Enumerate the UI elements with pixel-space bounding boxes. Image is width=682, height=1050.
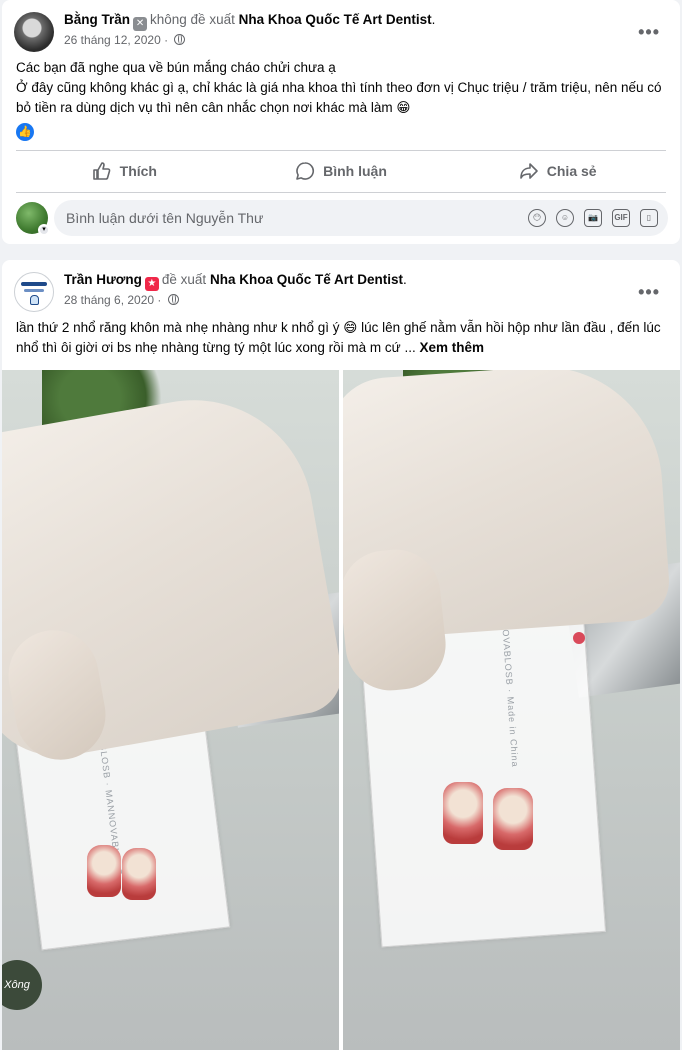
- post-card-2: Trần Hương ★ đề xuất Nha Khoa Quốc Tế Art …: [2, 260, 680, 1050]
- post-card-1: Bằng Trần ✕ không đề xuất Nha Khoa Quốc Tế…: [2, 0, 680, 244]
- comment-icon: [296, 162, 315, 180]
- post-date-text[interactable]: 28 tháng 6, 2020: [64, 293, 154, 307]
- sticker-icon[interactable]: ▯: [640, 209, 658, 227]
- sticker-badge: Xông: [2, 960, 42, 1010]
- emoji-icon[interactable]: ☺: [556, 209, 574, 227]
- recommend-status: đề xuất: [161, 272, 207, 287]
- share-icon: [519, 163, 538, 179]
- post-body: lần thứ 2 nhổ răng khôn mà nhẹ nhàng như…: [16, 318, 666, 358]
- page-name[interactable]: Nha Khoa Quốc Tế Art Dentist: [239, 12, 432, 27]
- post-title-line: Trần Hương ★ đề xuất Nha Khoa Quốc Tế Art …: [64, 272, 407, 291]
- photo-grid: MANNOVABLOSB · MANNOVABLOSB Xông MANNOVA…: [2, 370, 680, 1050]
- recommend-status: không đề xuất: [150, 12, 235, 27]
- extracted-tooth: [87, 845, 121, 897]
- post-text-line: Ở đây cũng không khác gì ạ, chỉ khác là …: [16, 80, 662, 115]
- tooth-logo-icon: [30, 295, 39, 305]
- post-text-line: Các bạn đã nghe qua về bún mắng cháo chử…: [16, 60, 336, 75]
- post-actions: Thích Bình luận Chia sẻ: [16, 152, 666, 190]
- extracted-tooth: [122, 848, 156, 900]
- comment-composer: ▾ Bình luận dưới tên Nguyễn Thư 😶 ☺ 📷 GI…: [14, 200, 668, 236]
- comment-placeholder: Bình luận dưới tên Nguyễn Thư: [66, 210, 264, 226]
- more-options-button[interactable]: •••: [638, 282, 660, 303]
- punctuation: .: [431, 12, 436, 27]
- post-title-line: Bằng Trần ✕ không đề xuất Nha Khoa Quốc Tế…: [64, 12, 435, 31]
- see-more-link[interactable]: Xem thêm: [420, 340, 485, 355]
- recommend-icon: ★: [144, 277, 159, 291]
- post-photo-2[interactable]: MANNOVABLOSB · Made in China: [343, 370, 680, 1050]
- author-avatar[interactable]: [14, 272, 54, 312]
- page-name[interactable]: Nha Khoa Quốc Tế Art Dentist: [210, 272, 403, 287]
- globe-icon: [167, 294, 179, 305]
- post-date: 26 tháng 12, 2020 ·: [64, 33, 186, 47]
- divider: [16, 150, 666, 151]
- more-options-button[interactable]: •••: [638, 22, 660, 43]
- comment-tools: 😶 ☺ 📷 GIF ▯: [528, 209, 658, 227]
- blood-drop: [573, 632, 585, 644]
- author-name[interactable]: Trần Hương: [64, 272, 142, 287]
- post-text: lần thứ 2 nhổ răng khôn mà nhẹ nhàng như…: [16, 320, 661, 355]
- share-label: Chia sẻ: [546, 163, 597, 179]
- commenter-avatar[interactable]: ▾: [16, 202, 50, 236]
- post-date-text[interactable]: 26 tháng 12, 2020: [64, 33, 161, 47]
- camera-icon[interactable]: 📷: [584, 209, 602, 227]
- share-button[interactable]: Chia sẻ: [449, 152, 666, 190]
- post-body: Các bạn đã nghe qua về bún mắng cháo chử…: [16, 58, 666, 118]
- thumbs-up-icon: [92, 162, 111, 180]
- not-recommend-icon: ✕: [133, 17, 148, 31]
- chevron-down-icon[interactable]: ▾: [38, 224, 50, 236]
- post-header: Bằng Trần ✕ không đề xuất Nha Khoa Quốc Tế…: [14, 12, 668, 54]
- avatar-sticker-icon[interactable]: 😶: [528, 209, 546, 227]
- punctuation: .: [402, 272, 407, 287]
- post-date: 28 tháng 6, 2020 ·: [64, 293, 179, 307]
- like-label: Thích: [119, 163, 157, 179]
- post-photo-1[interactable]: MANNOVABLOSB · MANNOVABLOSB Xông: [2, 370, 339, 1050]
- gif-icon[interactable]: GIF: [612, 209, 630, 227]
- like-button[interactable]: Thích: [16, 152, 233, 190]
- extracted-tooth: [493, 788, 533, 850]
- extracted-tooth: [443, 782, 483, 844]
- author-name[interactable]: Bằng Trần: [64, 12, 130, 27]
- like-reaction-icon[interactable]: 👍: [16, 123, 34, 141]
- author-avatar[interactable]: [14, 12, 54, 52]
- comment-button[interactable]: Bình luận: [233, 152, 450, 190]
- divider: [16, 192, 666, 193]
- globe-icon: [174, 34, 186, 45]
- post-header: Trần Hương ★ đề xuất Nha Khoa Quốc Tế Art …: [14, 272, 668, 314]
- comment-label: Bình luận: [323, 163, 387, 179]
